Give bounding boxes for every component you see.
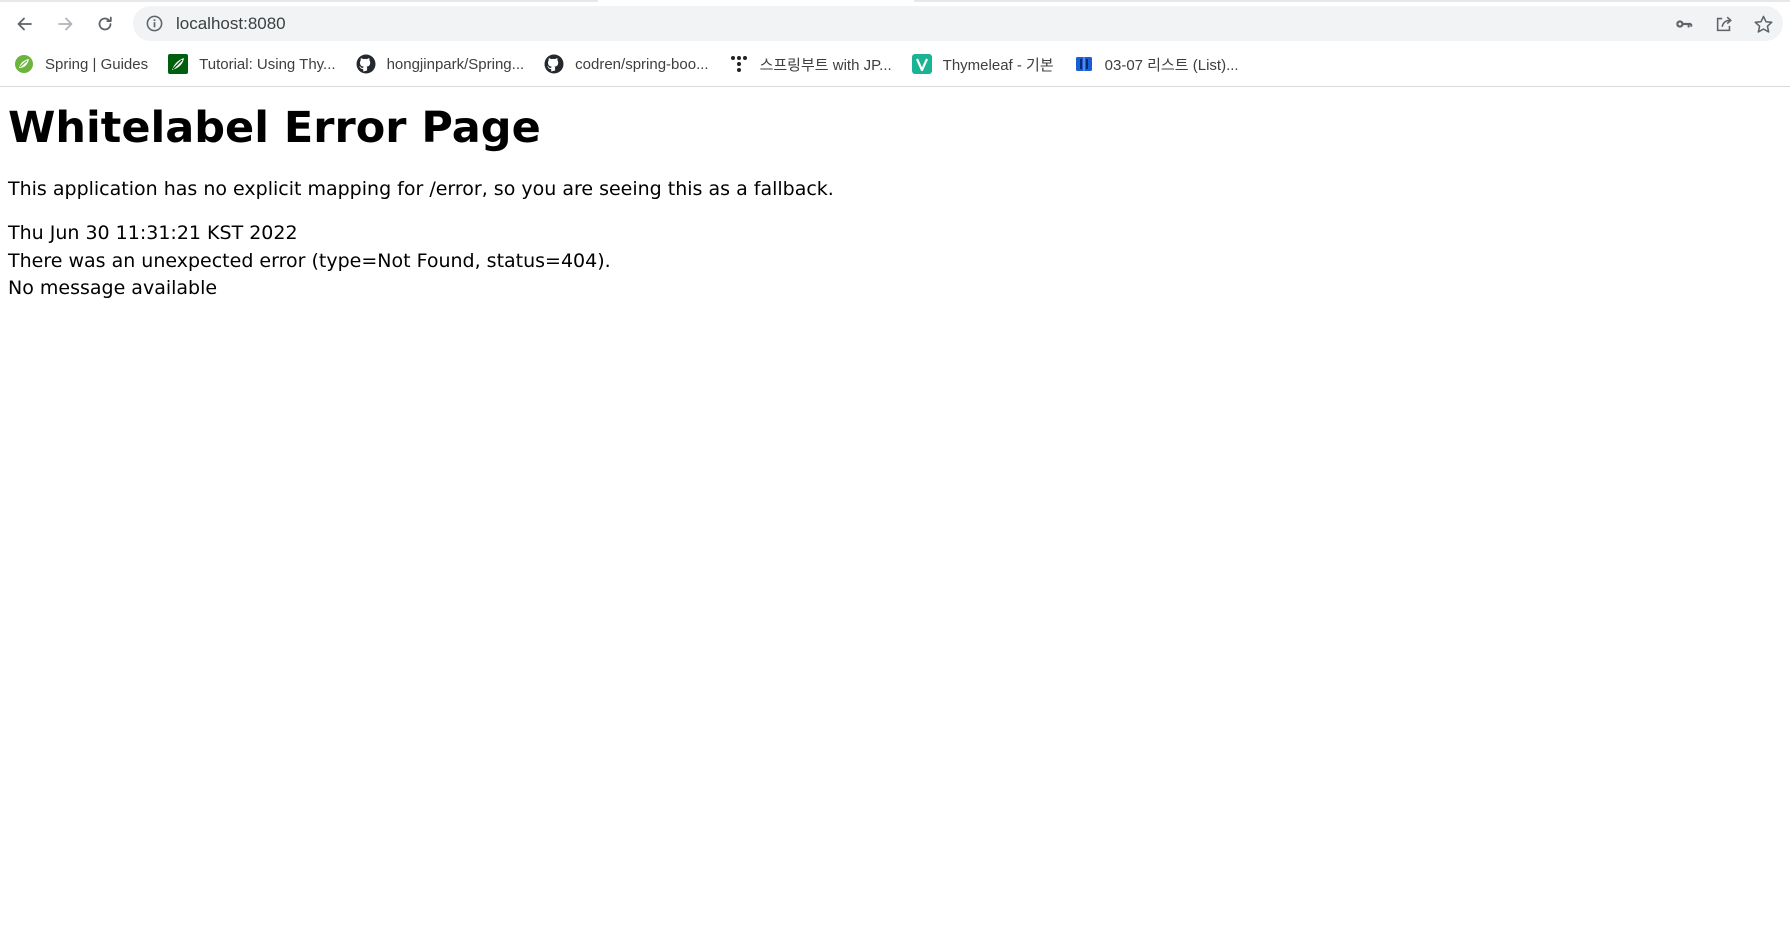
bookmark-thymeleaf-tutorial[interactable]: Tutorial: Using Thy...: [168, 54, 336, 74]
arrow-right-icon: [58, 17, 73, 31]
book-icon: [1074, 54, 1094, 74]
bookmark-label: codren/spring-boo...: [575, 55, 709, 73]
bookmark-label: Spring | Guides: [45, 55, 149, 73]
v-icon: [911, 54, 932, 74]
tab-strip-edge: [914, 0, 1790, 2]
reload-icon: [98, 16, 112, 31]
tab-strip-edge: [0, 0, 598, 2]
bookmark-thymeleaf-basic[interactable]: Thymeleaf - 기본: [911, 54, 1054, 75]
bookmark-label: 스프링부트 with JP...: [759, 56, 892, 74]
page-content: Whitelabel Error Page This application h…: [8, 88, 1778, 303]
error-message: No message available: [8, 277, 218, 299]
bookmark-label: 03-07 리스트 (List)...: [1104, 56, 1239, 74]
share-icon[interactable]: [1713, 13, 1735, 35]
key-icon[interactable]: [1673, 13, 1695, 35]
info-icon[interactable]: [145, 14, 164, 33]
reload-button[interactable]: [91, 10, 119, 38]
spring-leaf-icon: [14, 54, 34, 74]
arrow-left-icon: [17, 17, 32, 31]
bookmark-github-codren[interactable]: codren/spring-boo...: [544, 54, 709, 74]
back-button[interactable]: [11, 10, 39, 38]
forward-button[interactable]: [51, 10, 79, 38]
error-details: Thu Jun 30 11:31:21 KST 2022 There was a…: [8, 220, 1778, 303]
url-text[interactable]: localhost:8080: [176, 14, 286, 34]
dots-icon: [729, 54, 749, 74]
address-bar[interactable]: localhost:8080: [133, 6, 1783, 41]
bookmark-list-chapter[interactable]: 03-07 리스트 (List)...: [1074, 54, 1239, 75]
github-icon: [356, 54, 376, 74]
bookmark-label: Tutorial: Using Thy...: [199, 55, 336, 73]
thymeleaf-icon: [168, 54, 189, 74]
error-timestamp: Thu Jun 30 11:31:21 KST 2022: [8, 222, 298, 244]
page-title: Whitelabel Error Page: [8, 103, 541, 153]
bookmark-label: hongjinpark/Spring...: [386, 55, 525, 73]
bookmarks-bar: Spring | Guides Tutorial: Using Thy... h…: [0, 48, 1790, 80]
error-type-status: There was an unexpected error (type=Not …: [8, 249, 611, 272]
bookmark-spring-guides[interactable]: Spring | Guides: [14, 54, 148, 74]
bookmark-label: Thymeleaf - 기본: [942, 56, 1054, 74]
github-icon: [544, 54, 564, 74]
bookmark-github-hongjinpark[interactable]: hongjinpark/Spring...: [356, 54, 525, 74]
error-description: This application has no explicit mapping…: [8, 178, 834, 200]
browser-toolbar: localhost:8080 Spring | Guides Tutorial:…: [0, 0, 1790, 87]
bookmark-springboot-jpa[interactable]: 스프링부트 with JP...: [729, 54, 892, 75]
bookmark-star-icon[interactable]: [1752, 13, 1774, 35]
